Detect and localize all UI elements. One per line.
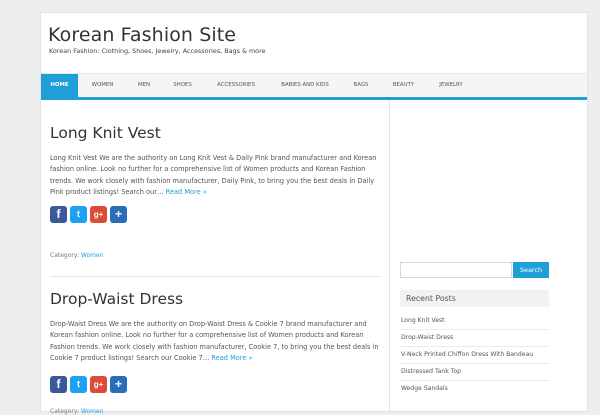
- recent-post-link[interactable]: Distressed Tank Top: [401, 368, 549, 375]
- twitter-icon[interactable]: t: [70, 206, 87, 223]
- recent-divider: [400, 363, 549, 364]
- recent-posts-title: Recent Posts: [400, 290, 549, 307]
- page-wrapper: Korean Fashion Site Korean Fashion: Clot…: [40, 12, 588, 415]
- post-title[interactable]: Drop-Waist Dress: [50, 290, 380, 308]
- site-title[interactable]: Korean Fashion Site: [48, 24, 236, 46]
- nav-item-home[interactable]: HOME: [41, 74, 78, 97]
- recent-post-link[interactable]: Drop-Waist Dress: [401, 334, 549, 341]
- read-more-link[interactable]: Read More »: [211, 354, 252, 362]
- category-label: Category:: [50, 408, 79, 415]
- nav-item-men[interactable]: MEN: [127, 74, 161, 97]
- main-content: Long Knit Vest Long Knit Vest We are the…: [41, 100, 390, 415]
- search-input[interactable]: [400, 262, 512, 278]
- post-category: Category: Women: [50, 408, 104, 415]
- category-link[interactable]: Women: [81, 408, 104, 415]
- post-excerpt: Drop-Waist Dress We are the authority on…: [50, 319, 380, 365]
- category-link[interactable]: Women: [81, 252, 104, 259]
- post-excerpt: Long Knit Vest We are the authority on L…: [50, 153, 380, 199]
- nav-item-bags[interactable]: BAGS: [342, 74, 380, 97]
- google-plus-icon[interactable]: g+: [90, 376, 107, 393]
- site-description: Korean Fashion: Clothing, Shoes, Jewelry…: [49, 47, 266, 55]
- share-icon[interactable]: +: [110, 376, 127, 393]
- recent-divider: [400, 329, 549, 330]
- search-button[interactable]: Search: [513, 262, 549, 278]
- nav-item-women[interactable]: WOMEN: [79, 74, 126, 97]
- category-label: Category:: [50, 252, 79, 259]
- twitter-icon[interactable]: t: [70, 376, 87, 393]
- post-category: Category: Women: [50, 252, 104, 259]
- recent-divider: [400, 380, 549, 381]
- google-plus-icon[interactable]: g+: [90, 206, 107, 223]
- post-title[interactable]: Long Knit Vest: [50, 124, 380, 142]
- post-divider: [50, 276, 380, 277]
- nav-item-shoes[interactable]: SHOES: [162, 74, 203, 97]
- recent-post-link[interactable]: V-Neck Printed Chiffon Dress With Bandea…: [401, 351, 549, 358]
- recent-post-link[interactable]: Long Knit Vest: [401, 317, 549, 324]
- main-navigation: HOME WOMEN MEN SHOES ACCESSORIES BABIES …: [41, 73, 587, 97]
- sidebar: Search Recent Posts Long Knit Vest Drop-…: [389, 100, 587, 413]
- post-excerpt-text: Long Knit Vest We are the authority on L…: [50, 154, 377, 197]
- post-article: Drop-Waist Dress Drop-Waist Dress We are…: [50, 290, 380, 415]
- facebook-icon[interactable]: f: [50, 376, 67, 393]
- share-icon[interactable]: +: [110, 206, 127, 223]
- recent-divider: [400, 346, 549, 347]
- nav-item-beauty[interactable]: BEAUTY: [381, 74, 426, 97]
- recent-post-link[interactable]: Wedge Sandals: [401, 385, 549, 392]
- read-more-link[interactable]: Read More »: [166, 188, 207, 196]
- post-article: Long Knit Vest Long Knit Vest We are the…: [50, 124, 380, 259]
- facebook-icon[interactable]: f: [50, 206, 67, 223]
- nav-item-accessories[interactable]: ACCESSORIES: [204, 74, 268, 97]
- nav-item-babies-and-kids[interactable]: BABIES AND KIDS: [269, 74, 341, 97]
- nav-item-jewelry[interactable]: JEWELRY: [427, 74, 475, 97]
